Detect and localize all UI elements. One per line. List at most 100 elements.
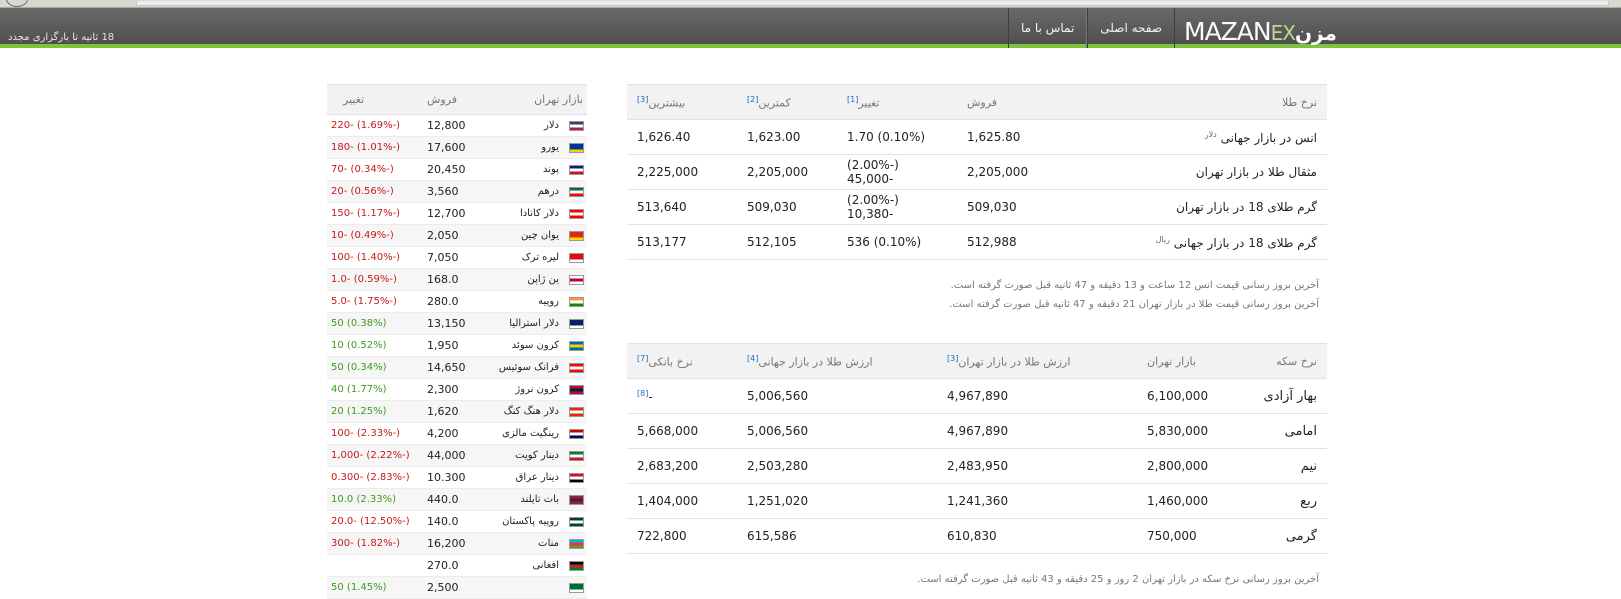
- currency-flag-icon: [569, 385, 584, 395]
- gold-price-table: نرخ طلا فروش تغییر[1] کمترین[2] بیشترین[…: [627, 84, 1327, 260]
- currency-flag-icon: [569, 121, 584, 131]
- currency-sell: 20,450: [423, 158, 493, 181]
- coin-bank-row-ref-link[interactable]: [8]: [637, 389, 648, 398]
- coin-bank-ref-link[interactable]: [7]: [637, 354, 648, 363]
- coin-row-tehran: 750,000: [1137, 518, 1227, 554]
- currency-table-row: کرون نروژ 2,300 (1.77%) 40: [327, 378, 587, 401]
- currency-name: پوند: [493, 158, 563, 181]
- currency-sell: 280.0: [423, 290, 493, 313]
- coin-row-gold-world: 615,586: [737, 518, 937, 554]
- currency-change: (-0.56%) -20: [327, 180, 423, 203]
- coin-header-gold-tehran-label: ارزش طلا در بازار تهران: [958, 355, 1071, 369]
- currency-header-change: تغییر: [327, 84, 423, 115]
- gold-note-ounce: آخرین بروز رسانی قیمت انس 12 ساعت و 13 د…: [950, 280, 1319, 291]
- currency-flag-icon: [569, 517, 584, 527]
- coin-row-gold-world: 2,503,280: [737, 448, 937, 484]
- coin-row-bank-cell: 1,404,000: [627, 483, 737, 519]
- coin-header-gold-world-label: ارزش طلا در بازار جهانی: [758, 355, 873, 369]
- gold-table-row: انس در بازار جهانی دلار 1,625.80 (0.10%) 1…: [627, 119, 1327, 155]
- currency-sell: 16,200: [423, 532, 493, 555]
- currency-sell: 13,150: [423, 312, 493, 335]
- currency-table-row: رینگیت مالزی 4,200 (-2.33%) -100: [327, 422, 587, 445]
- currency-change: (1.45%) 50: [327, 576, 423, 599]
- gold-row-sell: 2,205,000: [957, 154, 1067, 190]
- coin-row-bank-cell: 5,668,000: [627, 413, 737, 449]
- nav-contact[interactable]: تماس با ما: [1008, 8, 1088, 48]
- currency-flag-icon: [569, 473, 584, 483]
- currency-table-row: درهم 3,560 (-0.56%) -20: [327, 180, 587, 203]
- currency-table-row: دلار استرالیا 13,150 (0.38%) 50: [327, 312, 587, 335]
- coin-header-name: نرخ سکه: [1227, 343, 1327, 379]
- coin-row-bank: 5,668,000: [637, 424, 699, 438]
- currency-table-row: دلار کانادا 12,700 (-1.17%) -150: [327, 202, 587, 225]
- currency-sell: 12,700: [423, 202, 493, 225]
- logo-text-mazan: MAZAN: [1184, 17, 1272, 46]
- currency-name: دلار کانادا: [493, 202, 563, 225]
- currency-flag-icon: [569, 231, 584, 241]
- currency-flag-icon: [569, 407, 584, 417]
- currency-table-row: افغانی 270.0: [327, 554, 587, 577]
- gold-row-name: گرم طلای 18 در بازار تهران: [1176, 200, 1317, 214]
- gold-change-ref-link[interactable]: [1]: [847, 95, 858, 104]
- currency-flag-icon: [569, 451, 584, 461]
- gold-header-change-label: تغییر: [858, 96, 880, 110]
- currency-sell: 1,620: [423, 400, 493, 423]
- nav-menu: تماس با ما صفحه اصلی: [1008, 8, 1176, 48]
- currency-flag-cell: [563, 202, 587, 225]
- currency-name: ین ژاپن: [493, 268, 563, 291]
- currency-change: (-1.40%) -100: [327, 246, 423, 269]
- gold-row-change: (-2.00%) -10,380: [837, 189, 957, 225]
- gold-update-notes: آخرین بروز رسانی قیمت انس 12 ساعت و 13 د…: [627, 276, 1319, 314]
- currency-change: (-2.83%) -0.300: [327, 466, 423, 489]
- coin-gold-tehran-ref-link[interactable]: [3]: [947, 354, 958, 363]
- browser-address-bar[interactable]: [136, 1, 1609, 6]
- coin-row-gold-world: 5,006,560: [737, 413, 937, 449]
- gold-min-ref-link[interactable]: [2]: [747, 95, 758, 104]
- coin-table-row: بهار آزادی 6,100,000 4,967,890 5,006,560 -[8…: [627, 378, 1327, 414]
- currency-table-header: بازار تهران فروش تغییر: [327, 84, 587, 115]
- currency-flag-cell: [563, 444, 587, 467]
- coin-row-bank: -: [648, 389, 653, 404]
- gold-row-change: (-2.00%) -45,000: [837, 154, 957, 190]
- currency-table-row: یوان چین 2,050 (-0.49%) -10: [327, 224, 587, 247]
- currency-flag-cell: [563, 334, 587, 357]
- browser-button-icon[interactable]: [6, 0, 28, 7]
- currency-sell: 7,050: [423, 246, 493, 269]
- currency-name: رینگیت مالزی: [493, 422, 563, 445]
- coin-row-gold-tehran: 4,967,890: [937, 413, 1137, 449]
- currency-header-market: بازار تهران: [493, 84, 587, 115]
- currency-change: (-12.50%) -20.0: [327, 510, 423, 533]
- currency-name: دلار هنگ کنگ: [493, 400, 563, 423]
- currency-sell: 440.0: [423, 488, 493, 511]
- currency-change: (-2.22%) -1,000: [327, 444, 423, 467]
- gold-header-name: نرخ طلا: [1067, 84, 1327, 120]
- currency-change: (2.33%) 10.0: [327, 488, 423, 511]
- currency-change: (0.34%) 50: [327, 356, 423, 379]
- currency-flag-icon: [569, 429, 584, 439]
- coin-row-tehran: 6,100,000: [1137, 378, 1227, 414]
- logo-text-farsi: مزن: [1294, 21, 1338, 45]
- currency-change: (-0.59%) -1.0: [327, 268, 423, 291]
- coin-gold-world-ref-link[interactable]: [4]: [747, 354, 758, 363]
- currency-table-row: منات 16,200 (-1.82%) -300: [327, 532, 587, 555]
- currency-flag-cell: [563, 466, 587, 489]
- currency-change: (-1.69%) -220: [327, 114, 423, 137]
- currency-sell: 270.0: [423, 554, 493, 577]
- currency-flag-cell: [563, 312, 587, 335]
- currency-flag-icon: [569, 561, 584, 571]
- site-navbar: 18 ثانیه تا بارگزاری مجدد تماس با ما صفح…: [0, 8, 1621, 48]
- gold-row-max: 1,626.40: [627, 119, 737, 155]
- coin-row-gold-tehran: 4,967,890: [937, 378, 1137, 414]
- coin-row-gold-tehran: 2,483,950: [937, 448, 1137, 484]
- coin-row-bank-cell: 2,683,200: [627, 448, 737, 484]
- gold-row-min: 2,205,000: [737, 154, 837, 190]
- currency-flag-icon: [569, 187, 584, 197]
- currency-flag-icon: [569, 363, 584, 373]
- currency-flag-icon: [569, 165, 584, 175]
- site-logo[interactable]: MAZANEXمزن: [1184, 17, 1338, 46]
- currency-change: [327, 554, 423, 577]
- coin-table-row: گرمی 750,000 610,830 615,586 722,800: [627, 518, 1327, 554]
- currency-name: روپیه: [493, 290, 563, 313]
- nav-home[interactable]: صفحه اصلی: [1087, 8, 1176, 48]
- gold-max-ref-link[interactable]: [3]: [637, 95, 648, 104]
